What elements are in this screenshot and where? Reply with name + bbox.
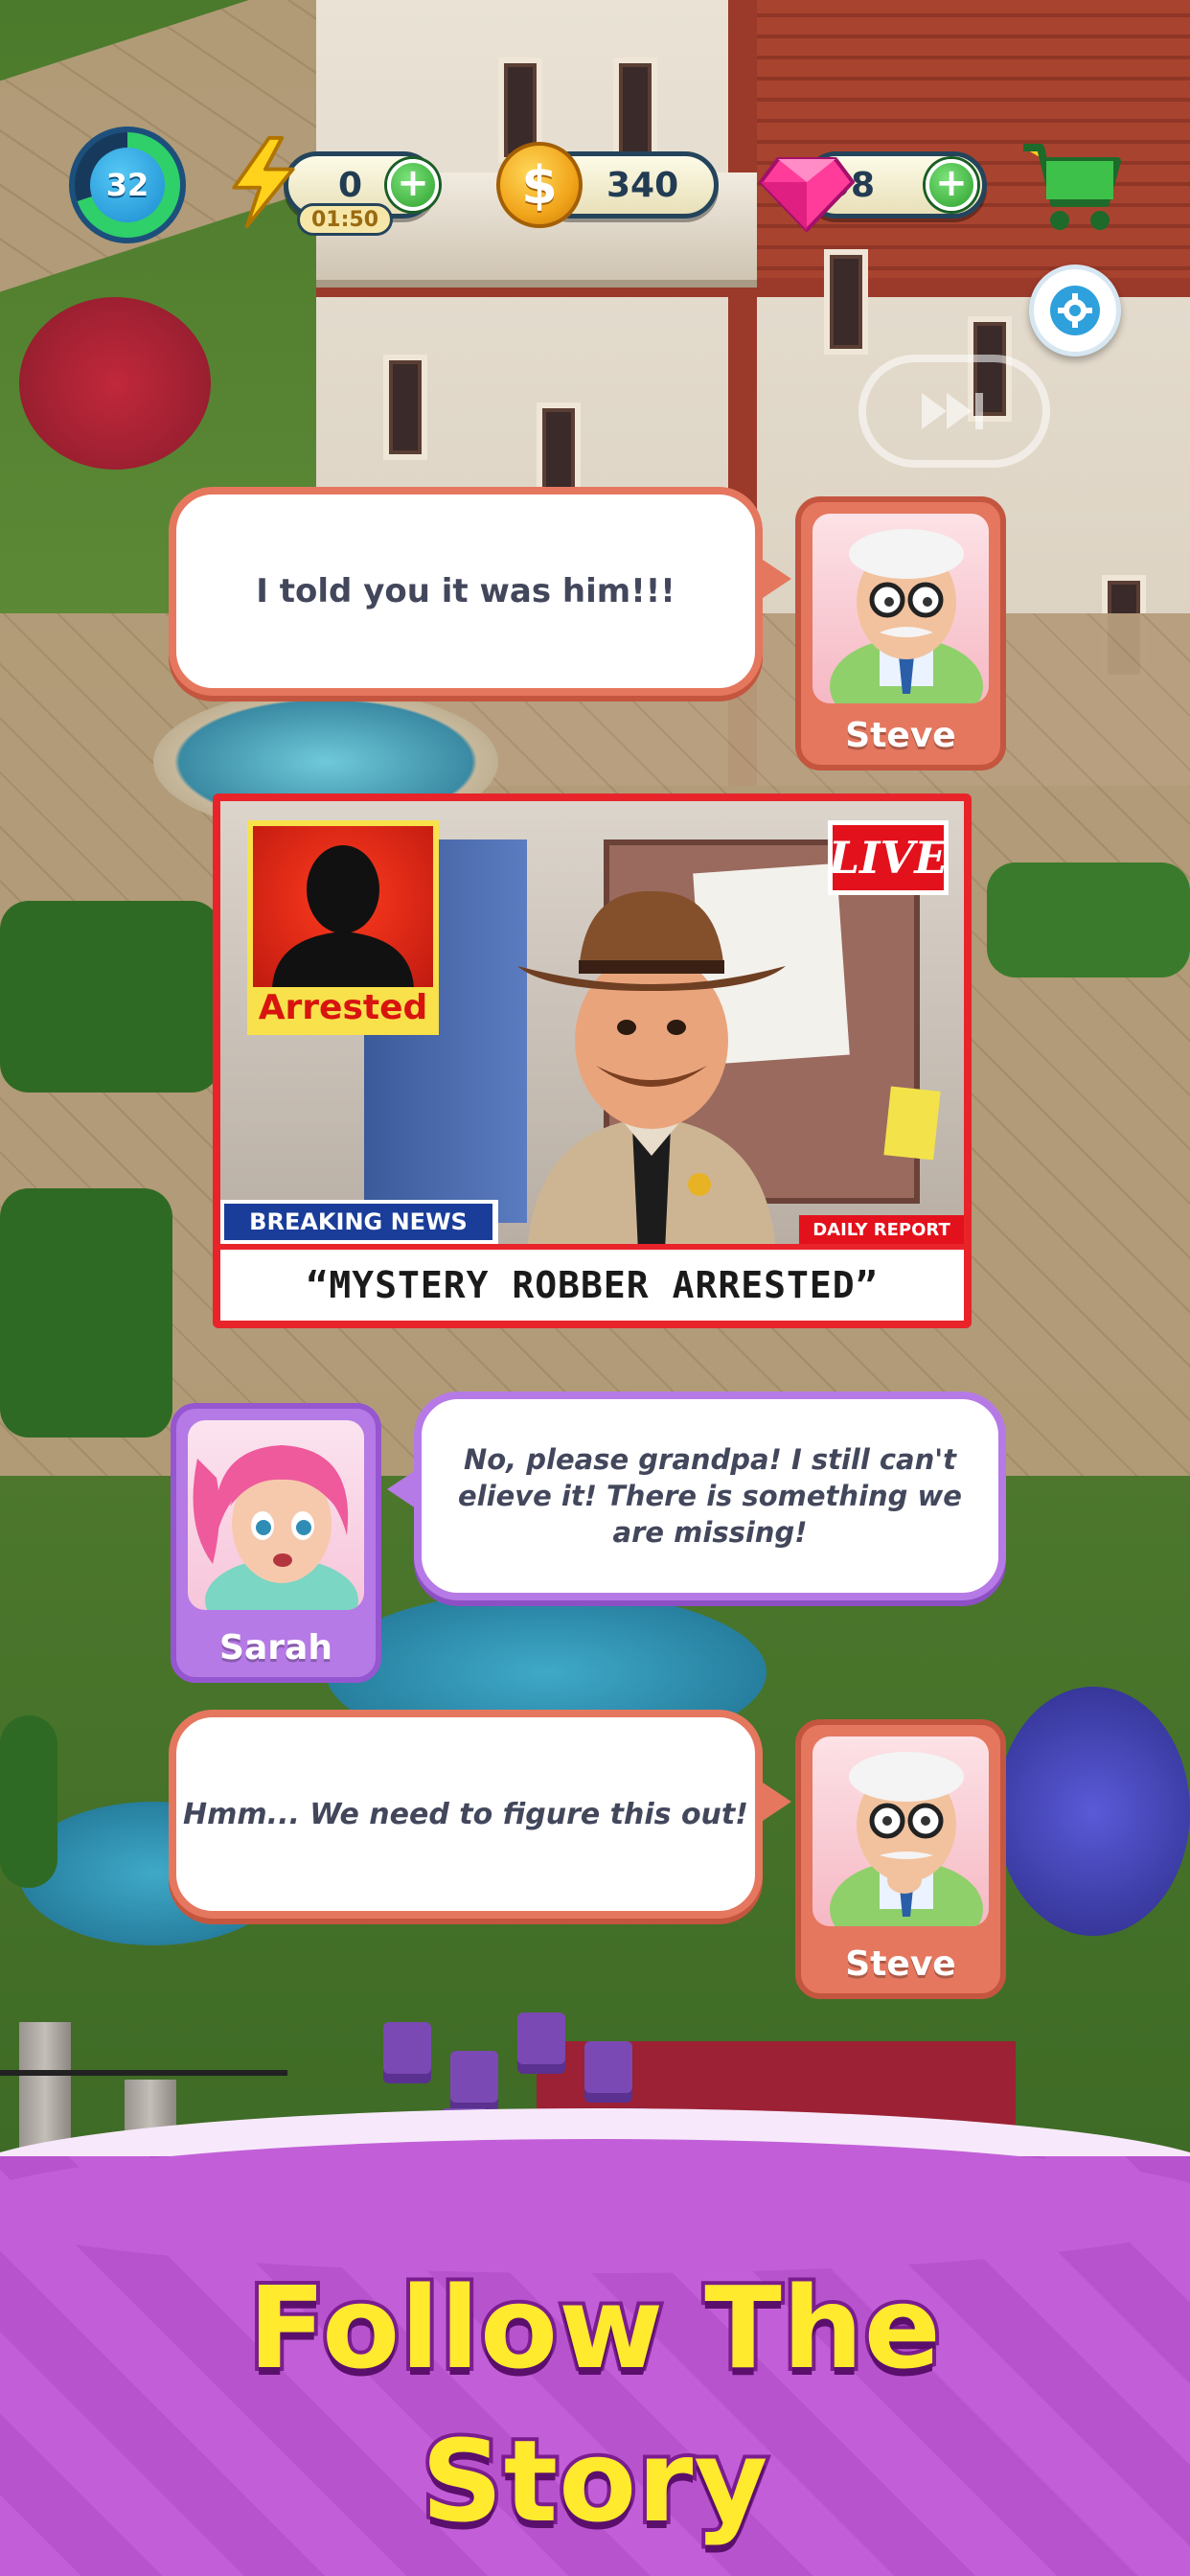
energy-timer: 01:50 [297,203,393,236]
bubble-tail [757,556,791,602]
steve-avatar [812,1736,989,1926]
level-ring[interactable]: 32 [69,126,186,243]
dialogue-text: I told you it was him!!! [256,572,675,610]
bubble-tail [757,1779,791,1825]
add-gems-button[interactable]: + [926,159,977,211]
arrested-card: Arrested [247,820,439,1035]
iron-fence [0,2070,287,2076]
arrested-label: Arrested [258,988,428,1027]
dialogue-bubble: No, please grandpa! I still can't elieve… [414,1392,1006,1600]
gear-icon [1050,286,1100,335]
lightning-icon [232,136,295,228]
news-headline: “MYSTERY ROBBER ARRESTED” [220,1250,964,1321]
wedding-chair [383,2022,431,2074]
flower-arch [996,1687,1190,1936]
character-portrait: Steve [795,496,1006,770]
wedding-chair [517,2012,565,2064]
add-energy-button[interactable]: + [387,159,439,211]
dialogue-bubble: I told you it was him!!! [169,487,763,696]
banner-wave [0,2139,1190,2273]
skip-icon [922,393,983,429]
mansion-window [613,58,657,163]
hedge [0,901,220,1092]
news-broadcast: Arrested LIVE BREAKING NEWS DAILY REPORT… [213,794,972,1328]
mansion-window [824,249,868,355]
hedge [0,1188,172,1438]
wedding-chair [450,2051,498,2103]
news-screen: Arrested LIVE BREAKING NEWS DAILY REPORT [220,801,964,1244]
dialogue-bubble: Hmm... We need to figure this out! [169,1710,763,1919]
coin-value: 340 [606,165,679,205]
sticky-note [883,1086,941,1161]
sarah-avatar [188,1420,364,1610]
suspect-silhouette [253,826,433,987]
dialogue-text: Hmm... We need to figure this out! [183,1797,748,1831]
hedge [0,1715,57,1888]
dialogue-text: No, please grandpa! I still can't elieve… [458,1443,962,1549]
speaker-name: Steve [845,716,956,755]
sheriff-character [517,890,786,1244]
speaker-name: Steve [845,1944,956,1984]
mansion-window [383,355,427,460]
tree [19,297,211,470]
daily-report-tag: DAILY REPORT [799,1215,964,1244]
energy-value: 0 [338,165,363,205]
steve-avatar [812,514,989,703]
coin-icon: $ [496,142,583,228]
banner-title-line1: Follow The [244,2258,944,2398]
hedge [987,862,1190,978]
breaking-news-label: BREAKING NEWS [224,1204,492,1240]
character-portrait: Steve [795,1719,1006,1999]
live-badge: LIVE [828,820,949,895]
speaker-name: Sarah [219,1628,332,1668]
cart-icon[interactable] [1018,132,1123,238]
skip-button[interactable] [858,355,1050,468]
level-number: 32 [90,148,165,222]
wedding-chair [584,2041,632,2093]
character-portrait: Sarah [171,1403,381,1683]
live-label: LIVE [829,825,948,890]
gem-icon [759,157,855,232]
banner-title-line2: Story [418,2411,772,2551]
settings-button[interactable] [1029,264,1121,356]
breaking-news-tag: BREAKING NEWS [220,1200,498,1244]
